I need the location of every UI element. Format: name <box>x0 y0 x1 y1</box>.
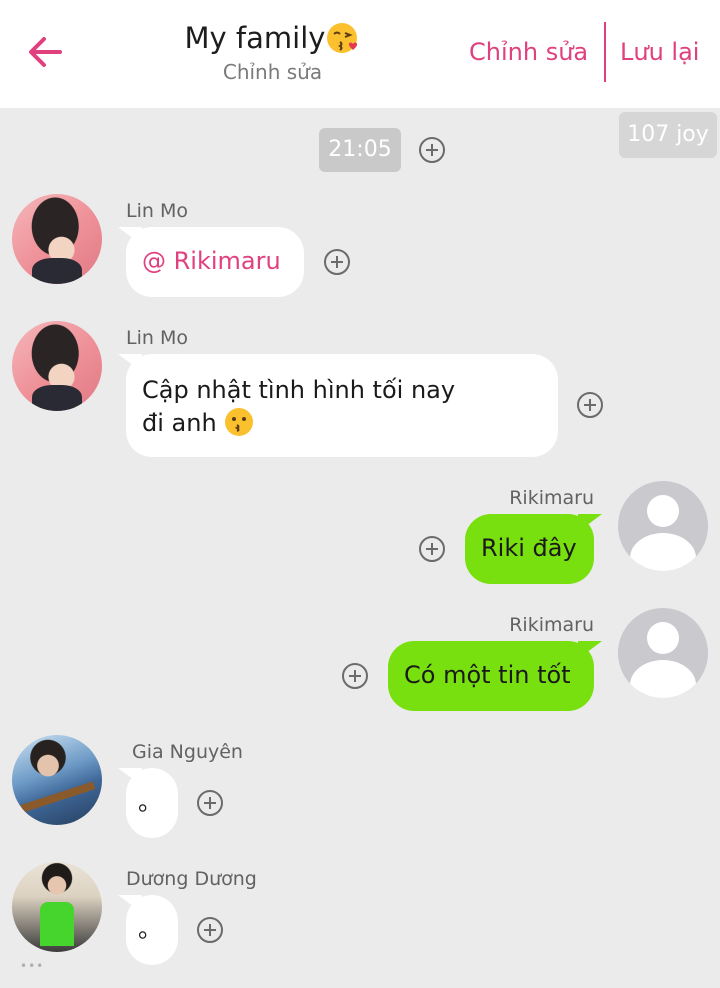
message-bubble[interactable]: Cập nhật tình hình tối nay đi anh <box>118 354 558 457</box>
avatar-lin-mo[interactable] <box>12 194 102 284</box>
message-text: 。 <box>138 788 162 816</box>
message-bubble-outgoing[interactable]: Riki đây <box>465 514 602 584</box>
chat-subtitle: Chỉnh sửa <box>222 60 323 84</box>
message-text-line: đi anh <box>142 409 217 437</box>
avatar-lin-mo[interactable] <box>12 321 102 411</box>
mention-text[interactable]: @ Rikimaru <box>142 247 281 275</box>
watermark-label: 107 joy <box>619 112 717 158</box>
sender-name: Rikimaru <box>509 487 594 509</box>
chat-title-block[interactable]: My family Chỉnh sửa <box>150 18 395 84</box>
sender-name: Gia Nguyên <box>132 741 243 763</box>
add-message-icon[interactable] <box>342 663 368 689</box>
sender-name: Lin Mo <box>126 327 188 349</box>
message-text-line: Cập nhật tình hình tối nay <box>142 376 456 404</box>
add-message-icon[interactable] <box>419 536 445 562</box>
message-text: Có một tin tốt <box>404 661 571 689</box>
sender-name: Dương Dương <box>126 868 257 890</box>
kissing-face-emoji-icon <box>327 23 358 53</box>
more-dots-icon: ••• <box>20 959 45 973</box>
save-button[interactable]: Lưu lại <box>620 38 699 66</box>
avatar-duong-duong[interactable] <box>12 862 102 952</box>
header-divider <box>604 22 606 82</box>
message-bubble[interactable]: 。 <box>118 768 178 838</box>
kissing-face-emoji-icon <box>225 408 254 436</box>
back-arrow-icon[interactable] <box>24 30 68 74</box>
message-bubble-outgoing[interactable]: Có một tin tốt <box>388 641 602 711</box>
add-message-icon[interactable] <box>197 917 223 943</box>
avatar-rikimaru-default-user-icon[interactable] <box>618 481 708 571</box>
timestamp-badge[interactable]: 21:05 <box>319 128 401 172</box>
sender-name: Rikimaru <box>509 614 594 636</box>
avatar-rikimaru-default-user-icon[interactable] <box>618 608 708 698</box>
edit-button[interactable]: Chỉnh sửa <box>469 38 588 66</box>
message-text: Riki đây <box>481 534 577 562</box>
add-message-icon[interactable] <box>324 249 350 275</box>
add-message-icon[interactable] <box>577 392 603 418</box>
message-text: 。 <box>138 915 162 943</box>
chat-title: My family <box>184 21 326 55</box>
add-message-icon[interactable] <box>197 790 223 816</box>
header-bar: My family Chỉnh sửa Chỉnh sửa Lưu lại <box>0 0 720 108</box>
message-bubble[interactable]: @ Rikimaru <box>118 227 304 297</box>
avatar-gia-nguyen[interactable] <box>12 735 102 825</box>
sender-name: Lin Mo <box>126 200 188 222</box>
add-after-timestamp-icon[interactable] <box>419 137 445 163</box>
message-bubble[interactable]: 。 <box>118 895 178 965</box>
